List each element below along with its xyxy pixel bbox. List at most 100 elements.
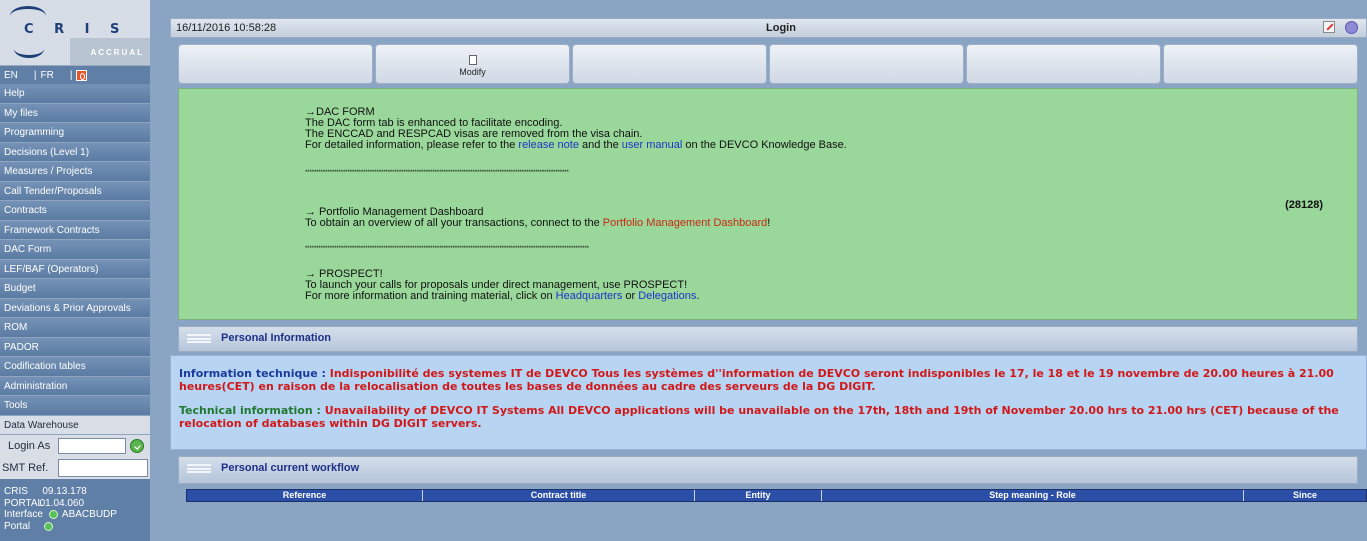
sidebar-menu: Help My files Programming Decisions (Level … xyxy=(0,84,150,435)
login-as-row: Login As xyxy=(0,435,150,457)
sidebar-item-framework-contracts[interactable]: Framework Contracts xyxy=(0,220,150,240)
toolbar-button-3[interactable] xyxy=(572,44,767,84)
toolbar-button-4[interactable] xyxy=(769,44,964,84)
dac-text-a: For detailed information, please refer t… xyxy=(305,139,519,151)
toolbar: Modify xyxy=(178,44,1358,84)
news-notice: →DAC FORM The DAC form tab is enhanced t… xyxy=(178,88,1358,320)
portal-status-label: Portal xyxy=(4,520,31,532)
pmd-text-a: To obtain an overview of all your transa… xyxy=(305,217,603,229)
pmd-line: To obtain an overview of all your transa… xyxy=(305,218,770,229)
workflow-title: Personal current workflow xyxy=(221,462,360,474)
edit-icon[interactable] xyxy=(1323,21,1335,33)
interface-status-icon xyxy=(48,510,58,520)
portal-version: 01.04.060 xyxy=(39,497,85,509)
tech-notice-fr: Information technique : Indisponibilité … xyxy=(179,367,1358,393)
login-go-icon[interactable] xyxy=(130,439,144,453)
smt-ref-input[interactable] xyxy=(58,459,148,477)
tech-en-label: Technical information : xyxy=(179,404,321,417)
workflow-table-header: Reference Contract title Entity Step mea… xyxy=(186,489,1367,502)
cris-logo: C R I S ACCRUAL xyxy=(0,0,150,66)
modify-label: Modify xyxy=(459,67,486,77)
title-bar: 16/11/2016 10:58:28 Login xyxy=(170,18,1367,38)
prospect-text-b: or xyxy=(622,290,639,302)
column-since[interactable]: Since xyxy=(1244,490,1366,501)
sidebar-item-deviations-prior-approvals[interactable]: Deviations & Prior Approvals xyxy=(0,298,150,318)
workflow-header[interactable]: Personal current workflow xyxy=(179,457,1357,479)
tech-fr-label: Information technique : xyxy=(179,367,326,380)
interface-value: ABACBUDP xyxy=(61,509,117,520)
dac-block: →DAC FORM The DAC form tab is enhanced t… xyxy=(305,107,847,151)
tech-fr-text: Indisponibilité des systemes IT de DEVCO… xyxy=(179,367,1334,393)
prospect-block: → PROSPECT! To launch your calls for pro… xyxy=(305,269,699,302)
column-contract-title[interactable]: Contract title xyxy=(423,490,695,501)
sidebar-item-codification-tables[interactable]: Codification tables xyxy=(0,357,150,377)
personal-info-header[interactable]: Personal Information xyxy=(179,327,1357,349)
prospect-line-2: For more information and training materi… xyxy=(305,291,699,302)
sidebar-item-call-tender-proposals[interactable]: Call Tender/Proposals xyxy=(0,181,150,201)
dac-text-b: and the xyxy=(578,139,622,151)
tech-notice-en: Technical information : Unavailability o… xyxy=(179,404,1358,430)
sidebar-item-pador[interactable]: PADOR xyxy=(0,337,150,357)
user-manual-link[interactable]: user manual xyxy=(622,139,683,151)
login-as-label: Login As xyxy=(8,440,51,452)
page-title: Login xyxy=(766,22,796,34)
sidebar-item-lef-baf-operators[interactable]: LEF/BAF (Operators) xyxy=(0,259,150,279)
sidebar-item-programming[interactable]: Programming xyxy=(0,123,150,143)
sidebar-item-decisions-level-1[interactable]: Decisions (Level 1) xyxy=(0,142,150,162)
portfolio-dashboard-link[interactable]: Portfolio Management Dashboard xyxy=(603,217,767,229)
datetime: 16/11/2016 10:58:28 xyxy=(176,22,277,34)
sidebar-item-data-warehouse[interactable]: Data Warehouse xyxy=(0,415,150,435)
sidebar-item-measures-projects[interactable]: Measures / Projects xyxy=(0,162,150,182)
prospect-text-c: . xyxy=(696,290,700,302)
sidebar-item-help[interactable]: Help xyxy=(0,84,150,104)
headquarters-link[interactable]: Headquarters xyxy=(556,290,623,302)
logout-icon[interactable] xyxy=(76,69,88,81)
sidebar-item-dac-form[interactable]: DAC Form xyxy=(0,240,150,260)
column-reference[interactable]: Reference xyxy=(187,490,423,501)
dac-text-c: on the DEVCO Knowledge Base. xyxy=(682,139,847,151)
delegations-link[interactable]: Delegations xyxy=(638,290,696,302)
logo-subtitle: ACCRUAL xyxy=(90,48,144,57)
version-info: CRIS 09.13.178 PORTAL 01.04.060 Interfac… xyxy=(0,486,150,532)
column-entity[interactable]: Entity xyxy=(695,490,822,501)
toolbar-button-1[interactable] xyxy=(178,44,373,84)
pmd-block: → Portfolio Management Dashboard To obta… xyxy=(305,207,770,229)
dac-line-3: For detailed information, please refer t… xyxy=(305,140,847,151)
panel-collapse-icon[interactable] xyxy=(187,333,211,343)
personal-info-panel: Personal Information xyxy=(178,326,1358,352)
lang-fr[interactable]: FR xyxy=(41,70,54,81)
login-as-input[interactable] xyxy=(58,438,126,454)
sidebar: C R I S ACCRUAL EN | FR | Help My files Pr… xyxy=(0,0,150,541)
pmd-text-b: ! xyxy=(767,217,771,229)
sidebar-item-contracts[interactable]: Contracts xyxy=(0,201,150,221)
portal-label: PORTAL xyxy=(4,497,44,509)
smt-ref-label: SMT Ref. xyxy=(2,462,49,474)
sidebar-item-tools[interactable]: Tools xyxy=(0,396,150,416)
document-icon xyxy=(468,55,477,65)
toolbar-button-5[interactable] xyxy=(966,44,1161,84)
panel-collapse-icon[interactable] xyxy=(187,463,211,473)
separator-stars-2: ****************************************… xyxy=(305,246,589,252)
sidebar-item-administration[interactable]: Administration xyxy=(0,376,150,396)
help-icon[interactable] xyxy=(1345,21,1358,34)
cris-label: CRIS xyxy=(4,486,28,497)
sidebar-item-my-files[interactable]: My files xyxy=(0,103,150,123)
toolbar-button-6[interactable] xyxy=(1163,44,1358,84)
separator-stars-1: ****************************************… xyxy=(305,170,569,176)
logo-title: C R I S xyxy=(24,22,128,37)
release-note-link[interactable]: release note xyxy=(518,139,579,151)
modify-button[interactable]: Modify xyxy=(375,44,570,84)
smt-ref-row: SMT Ref. xyxy=(0,457,150,479)
lang-separator: | xyxy=(33,69,37,81)
news-counter: (28128) xyxy=(1285,199,1323,211)
sidebar-item-budget[interactable]: Budget xyxy=(0,279,150,299)
sidebar-item-rom[interactable]: ROM xyxy=(0,318,150,338)
lang-en[interactable]: EN xyxy=(4,70,18,81)
logo-arc-bottom xyxy=(14,40,44,58)
lang-separator-2: | xyxy=(69,69,73,81)
portal-status-icon xyxy=(44,521,54,531)
language-switcher: EN | FR | xyxy=(0,66,150,84)
prospect-text-a: For more information and training materi… xyxy=(305,290,556,302)
column-step-meaning[interactable]: Step meaning - Role xyxy=(822,490,1244,501)
cris-version: 09.13.178 xyxy=(42,486,87,497)
